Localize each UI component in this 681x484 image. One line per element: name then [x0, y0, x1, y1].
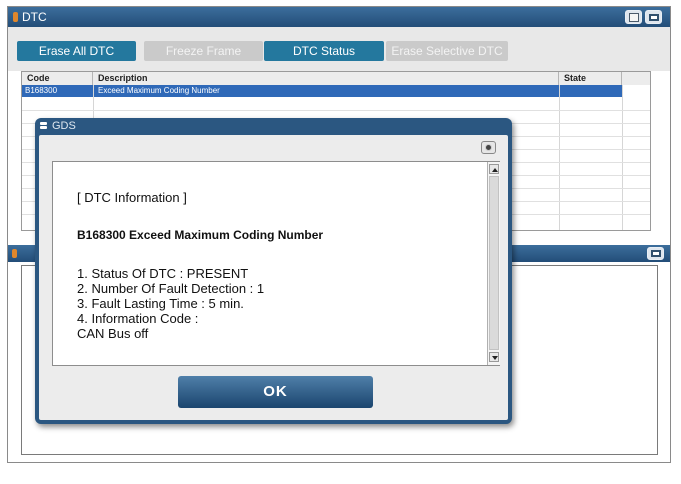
window-accent-icon: [13, 12, 18, 22]
panel-accent-icon: [12, 249, 17, 258]
menu-icon: [40, 122, 48, 130]
message-dtc-line: B168300 Exceed Maximum Coding Number: [77, 228, 324, 242]
close-icon: [485, 144, 492, 151]
window-title: DTC: [22, 10, 47, 24]
column-header-description[interactable]: Description: [93, 72, 559, 85]
freeze-frame-button[interactable]: Freeze Frame: [144, 41, 263, 61]
column-divider: [559, 85, 560, 230]
message-line-info-value: CAN Bus off: [77, 326, 149, 341]
dtc-status-button[interactable]: DTC Status: [264, 41, 384, 61]
erase-all-dtc-button[interactable]: Erase All DTC: [17, 41, 136, 61]
column-divider: [622, 85, 623, 230]
print-button[interactable]: [625, 10, 642, 24]
toolbar: Erase All DTC Freeze Frame DTC Status Er…: [8, 27, 670, 71]
cell-description: Exceed Maximum Coding Number: [98, 86, 220, 95]
ok-button[interactable]: OK: [178, 376, 373, 408]
restore-button[interactable]: [645, 10, 662, 24]
message-line-fault-time: 3. Fault Lasting Time : 5 min.: [77, 296, 244, 311]
scrollbar-thumb[interactable]: [489, 176, 499, 350]
scroll-down-icon[interactable]: [489, 352, 499, 362]
message-header: [ DTC Information ]: [77, 190, 187, 205]
message-line-status: 1. Status Of DTC : PRESENT: [77, 266, 249, 281]
column-header-code[interactable]: Code: [22, 72, 93, 85]
gds-dialog: GDS [ DTC Information ] B168300 Exceed M…: [35, 118, 512, 424]
table-row[interactable]: B168300 Exceed Maximum Coding Number: [22, 85, 622, 97]
column-header-blank: [622, 72, 650, 85]
erase-selective-dtc-button[interactable]: Erase Selective DTC: [386, 41, 508, 61]
restore-icon: [651, 250, 661, 257]
dialog-body: [ DTC Information ] B168300 Exceed Maxim…: [39, 135, 508, 420]
dialog-close-button[interactable]: [481, 141, 496, 154]
message-line-info-code: 4. Information Code :: [77, 311, 199, 326]
dialog-title: GDS: [52, 120, 76, 132]
lower-panel-restore-button[interactable]: [647, 247, 664, 260]
message-scrollbar[interactable]: [487, 162, 500, 365]
message-line-fault-count: 2. Number Of Fault Detection : 1: [77, 281, 265, 296]
cell-code: B168300: [25, 86, 58, 95]
message-box: [ DTC Information ] B168300 Exceed Maxim…: [52, 161, 500, 366]
print-icon: [629, 13, 639, 22]
row-divider: [22, 110, 650, 111]
window-titlebar: DTC: [8, 7, 670, 27]
scroll-up-icon[interactable]: [489, 164, 499, 174]
column-header-state[interactable]: State: [559, 72, 622, 85]
restore-icon: [649, 14, 659, 21]
